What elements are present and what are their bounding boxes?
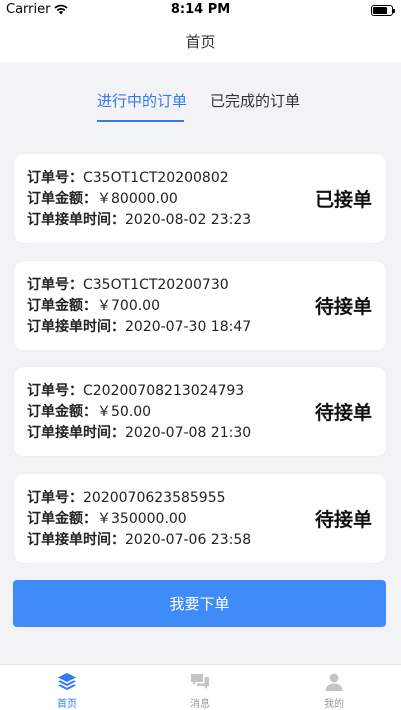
bottom-tab-bar: 首页 消息 我的: [0, 664, 401, 710]
order-time-label: 订单接单时间：: [27, 319, 125, 335]
order-time-value: 2020-07-30 18:47: [125, 319, 252, 335]
chat-icon: [191, 674, 209, 689]
order-time-line: 订单接单时间：2020-07-30 18:47: [27, 317, 251, 338]
order-amount-value: ￥80000.00: [97, 191, 178, 207]
order-number-line: 订单号：C35OT1CT20200730: [27, 275, 251, 296]
order-amount-line: 订单金额：￥700.00: [27, 296, 251, 317]
person-icon: [325, 673, 343, 691]
order-amount-label: 订单金额：: [27, 191, 97, 207]
order-number-line: 订单号：C20200708213024793: [27, 381, 251, 402]
status-time: 8:14 PM: [170, 2, 231, 17]
order-time-label: 订单接单时间：: [27, 532, 125, 548]
tab-completed-orders[interactable]: 已完成的订单: [210, 90, 300, 111]
tab-bar-home[interactable]: 首页: [27, 671, 107, 710]
order-amount-label: 订单金额：: [27, 404, 97, 420]
order-amount-label: 订单金额：: [27, 298, 97, 314]
order-amount-line: 订单金额：￥350000.00: [27, 509, 251, 530]
battery-icon: [371, 5, 395, 16]
order-number-value: C20200708213024793: [83, 383, 245, 399]
order-time-label: 订单接单时间：: [27, 212, 125, 228]
order-number-value: C35OT1CT20200802: [83, 170, 229, 186]
order-amount-label: 订单金额：: [27, 511, 97, 527]
order-card[interactable]: 订单号：C35OT1CT20200730 订单金额：￥700.00 订单接单时间…: [14, 261, 386, 350]
order-number-label: 订单号：: [27, 383, 83, 399]
order-amount-value: ￥700.00: [97, 298, 160, 314]
tab-in-progress-orders[interactable]: 进行中的订单: [97, 90, 187, 111]
page-title: 首页: [185, 32, 216, 51]
order-status: 待接单: [314, 402, 372, 424]
order-amount-line: 订单金额：￥80000.00: [27, 189, 251, 210]
tab-bar-messages-label: 消息: [190, 699, 210, 710]
order-amount-value: ￥50.00: [97, 404, 152, 420]
layers-icon: [58, 673, 76, 690]
order-card[interactable]: 订单号：C20200708213024793 订单金额：￥50.00 订单接单时…: [14, 367, 386, 456]
status-bar: Carrier 8:14 PM: [0, 0, 401, 20]
order-time-value: 2020-08-02 23:23: [125, 212, 252, 228]
order-number-label: 订单号：: [27, 277, 83, 293]
order-number-value: C35OT1CT20200730: [83, 277, 229, 293]
order-card[interactable]: 订单号：2020070623585955 订单金额：￥350000.00 订单接…: [14, 474, 386, 563]
tab-bar-messages[interactable]: 消息: [160, 671, 240, 710]
order-time-line: 订单接单时间：2020-07-08 21:30: [27, 423, 251, 444]
order-status: 待接单: [314, 296, 372, 318]
battery-fill: [373, 7, 387, 14]
order-time-line: 订单接单时间：2020-07-06 23:58: [27, 530, 251, 551]
order-time-label: 订单接单时间：: [27, 425, 125, 441]
order-number-value: 2020070623585955: [83, 490, 226, 506]
tab-bar-mine-label: 我的: [324, 699, 344, 710]
place-order-button[interactable]: 我要下单: [13, 580, 386, 627]
order-status: 待接单: [314, 509, 372, 531]
order-amount-value: ￥350000.00: [97, 511, 187, 527]
tab-bar-home-label: 首页: [57, 699, 77, 710]
order-number-label: 订单号：: [27, 170, 83, 186]
order-number-line: 订单号：2020070623585955: [27, 488, 251, 509]
order-status: 已接单: [314, 189, 372, 211]
nav-bar: 首页: [0, 20, 401, 62]
order-tabs: 进行中的订单 已完成的订单: [0, 80, 401, 124]
order-amount-line: 订单金额：￥50.00: [27, 402, 251, 423]
active-tab-indicator: [97, 120, 184, 122]
order-time-value: 2020-07-06 23:58: [125, 532, 252, 548]
order-number-line: 订单号：C35OT1CT20200802: [27, 168, 251, 189]
tab-bar-mine[interactable]: 我的: [294, 671, 374, 710]
order-time-value: 2020-07-08 21:30: [125, 425, 252, 441]
order-number-label: 订单号：: [27, 490, 83, 506]
order-card[interactable]: 订单号：C35OT1CT20200802 订单金额：￥80000.00 订单接单…: [14, 154, 386, 243]
order-time-line: 订单接单时间：2020-08-02 23:23: [27, 210, 251, 231]
